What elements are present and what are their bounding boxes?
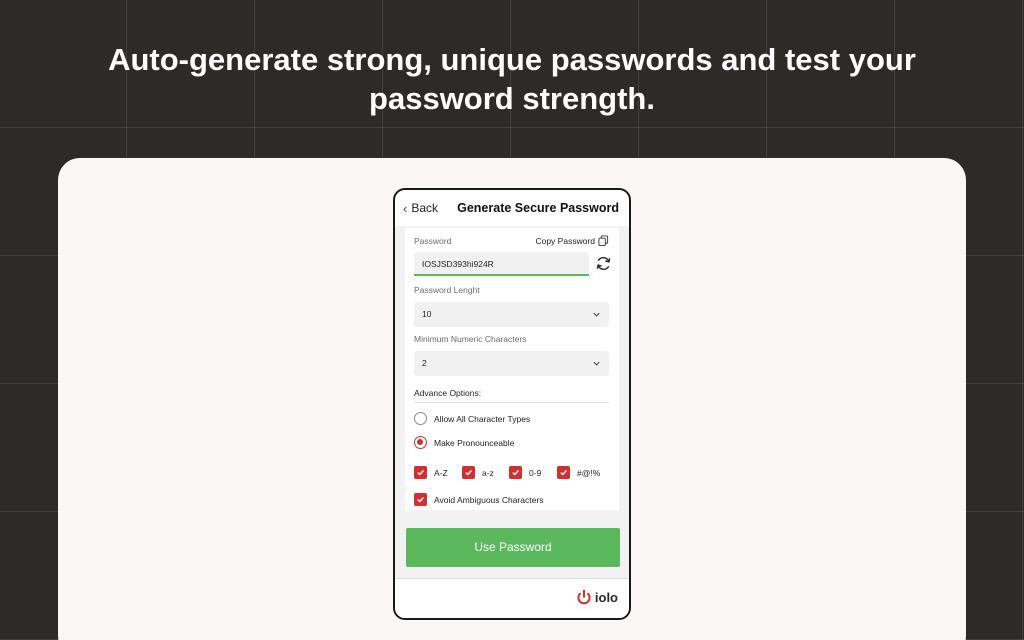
headline: Auto-generate strong, unique passwords a… — [0, 40, 1024, 118]
chevron-down-icon — [593, 361, 600, 366]
copy-password-label: Copy Password — [535, 235, 595, 246]
refresh-icon[interactable] — [595, 255, 612, 272]
chevron-down-icon — [593, 312, 600, 317]
check-icon — [417, 497, 424, 503]
password-length-label: Password Lenght — [414, 285, 480, 295]
power-icon — [577, 590, 591, 605]
check-icon — [512, 470, 519, 476]
back-button[interactable]: ‹ Back — [403, 201, 438, 216]
top-bar: ‹ Back Generate Secure Password — [395, 190, 629, 226]
checkbox-digits[interactable] — [509, 466, 522, 479]
checkbox-symbols-label: #@!% — [577, 468, 601, 478]
radio-make-pronounceable[interactable] — [414, 436, 427, 449]
min-numeric-value: 2 — [422, 358, 427, 368]
checkbox-avoid-ambiguous[interactable] — [414, 493, 427, 506]
logo-text: iolo — [594, 590, 618, 605]
footer: iolo — [395, 578, 629, 618]
copy-password-button[interactable]: Copy Password — [535, 235, 609, 246]
checkbox-uppercase-label: A-Z — [434, 468, 448, 478]
radio-allow-all-types-label: Allow All Character Types — [434, 414, 531, 424]
password-field[interactable]: IOSJSD393hi924R — [414, 252, 589, 276]
check-icon — [465, 470, 472, 476]
check-icon — [417, 470, 424, 476]
iolo-logo: iolo — [576, 589, 618, 606]
advance-options-title: Advance Options: — [414, 388, 482, 398]
password-label: Password — [414, 236, 452, 246]
radio-make-pronounceable-label: Make Pronounceable — [434, 438, 515, 448]
headline-line-1: Auto-generate strong, unique passwords a… — [108, 42, 916, 77]
form-body: Password Copy Password IOSJSD393hi924R P… — [395, 226, 629, 582]
checkbox-symbols[interactable] — [557, 466, 570, 479]
phone-mockup: ‹ Back Generate Secure Password Password… — [393, 188, 631, 620]
checkbox-avoid-ambiguous-label: Avoid Ambiguous Characters — [434, 495, 544, 505]
password-length-select[interactable]: 10 — [414, 302, 609, 327]
use-password-button[interactable]: Use Password — [406, 528, 620, 567]
min-numeric-select[interactable]: 2 — [414, 351, 609, 376]
checkbox-lowercase[interactable] — [462, 466, 475, 479]
radio-allow-all-types[interactable] — [414, 412, 427, 425]
checkbox-uppercase[interactable] — [414, 466, 427, 479]
screen-title: Generate Secure Password — [457, 201, 619, 215]
password-length-value: 10 — [422, 309, 432, 319]
check-icon — [560, 470, 567, 476]
back-label: Back — [411, 201, 439, 215]
chevron-left-icon: ‹ — [403, 200, 408, 216]
checkbox-lowercase-label: a-z — [482, 468, 494, 478]
copy-icon — [598, 235, 609, 246]
options-panel: Password Copy Password IOSJSD393hi924R P… — [405, 228, 619, 510]
checkbox-digits-label: 0-9 — [529, 468, 542, 478]
min-numeric-label: Minimum Numeric Characters — [414, 334, 527, 344]
headline-line-2: password strength. — [369, 81, 655, 116]
divider — [414, 402, 609, 403]
